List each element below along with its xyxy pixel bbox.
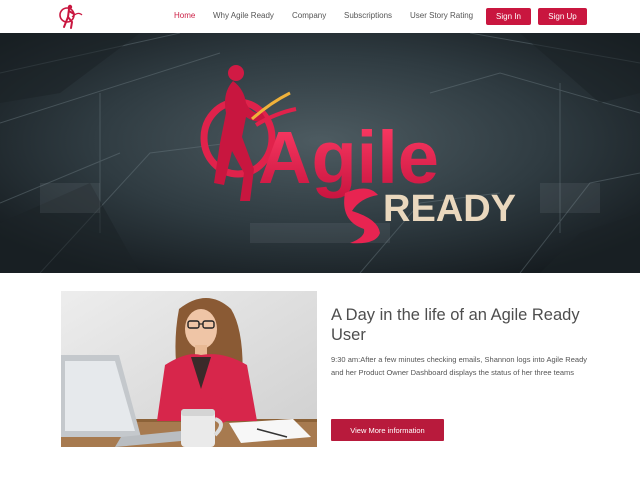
nav-link-home[interactable]: Home — [174, 11, 195, 20]
sign-up-button[interactable]: Sign Up — [538, 8, 587, 25]
nav-link-subscriptions[interactable]: Subscriptions — [344, 11, 392, 20]
brand-logo-icon[interactable] — [58, 3, 84, 30]
logo-word-text: Agile — [258, 116, 439, 199]
nav-link-user-story-rating[interactable]: User Story Rating — [410, 11, 473, 20]
top-navbar: Home Why Agile Ready Company Subscriptio… — [0, 0, 640, 33]
section-title: A Day in the life of an Agile Ready User — [331, 306, 580, 344]
nav-link-company[interactable]: Company — [292, 11, 326, 20]
section-description: 9:30 am:After a few minutes checking ema… — [331, 355, 587, 378]
logo-sub-text: READY — [383, 188, 516, 230]
view-more-information-button[interactable]: View More information — [331, 419, 444, 441]
sign-in-button[interactable]: Sign In — [486, 8, 531, 25]
user-photo — [61, 291, 317, 447]
hero-background-image: Agile READY — [0, 33, 640, 273]
hero-banner: Agile READY — [0, 33, 640, 273]
nav-link-why-agile-ready[interactable]: Why Agile Ready — [213, 11, 274, 20]
